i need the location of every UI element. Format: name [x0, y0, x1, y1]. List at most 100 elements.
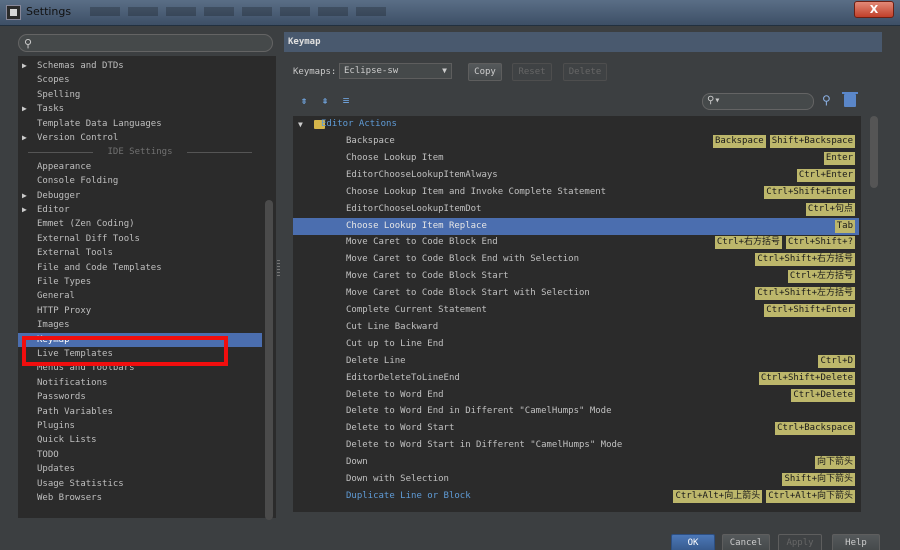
sidebar-item-http-proxy[interactable]: HTTP Proxy: [18, 304, 262, 318]
shortcut-list: Ctrl+句点: [805, 202, 855, 216]
sidebar-item-label: Emmet (Zen Coding): [37, 219, 135, 230]
sidebar-item-label: Web Browsers: [37, 493, 103, 503]
action-row[interactable]: Cut Line Backward: [293, 319, 859, 336]
sidebar-item-spelling[interactable]: Spelling: [18, 88, 262, 102]
action-row[interactable]: Move Caret to Code Block Start with Sele…: [293, 285, 859, 302]
sidebar-item-general[interactable]: General: [18, 289, 262, 303]
find-by-shortcut-icon[interactable]: ⚲: [822, 93, 831, 107]
sidebar-item-file-and-code-templates[interactable]: File and Code Templates: [18, 261, 262, 275]
sidebar-item-appearance[interactable]: Appearance: [18, 160, 262, 174]
sidebar-item-passwords[interactable]: Passwords: [18, 390, 262, 404]
reset-button[interactable]: Reset: [512, 63, 552, 81]
action-row[interactable]: Delete to Word End Ctrl+Delete: [293, 387, 859, 404]
action-row[interactable]: EditorChooseLookupItemAlways Ctrl+Enter: [293, 167, 859, 184]
clear-filter-icon[interactable]: [842, 92, 858, 107]
title-bar-reflection: [90, 7, 390, 16]
sidebar-item-tasks[interactable]: ▶ Tasks: [18, 102, 262, 116]
collapse-all-icon[interactable]: ⇞: [319, 95, 331, 107]
keymap-select[interactable]: Eclipse-sw ▼: [339, 63, 452, 79]
sidebar-item-label: Tasks: [37, 104, 65, 115]
action-row[interactable]: Delete Line Ctrl+D: [293, 353, 859, 370]
sidebar-item-console-folding[interactable]: Console Folding: [18, 174, 262, 188]
settings-search-input[interactable]: ⚲: [18, 34, 273, 52]
ok-button[interactable]: OK: [671, 534, 715, 550]
cancel-button[interactable]: Cancel: [722, 534, 770, 550]
action-row[interactable]: Delete to Word End in Different "CamelHu…: [293, 403, 859, 420]
action-row[interactable]: Delete to Word Start in Different "Camel…: [293, 437, 859, 454]
action-row[interactable]: Cut up to Line End: [293, 336, 859, 353]
sidebar-item-schemas-and-dtds[interactable]: ▶ Schemas and DTDs: [18, 59, 262, 73]
sidebar-item-label: TODO: [37, 449, 59, 460]
sidebar-item-images[interactable]: Images: [18, 318, 262, 332]
sidebar-item-label: Quick Lists: [37, 435, 97, 446]
help-button[interactable]: Help: [832, 534, 880, 550]
sidebar-item-label: Debugger: [37, 190, 81, 201]
action-row[interactable]: Duplicate Line or Block Ctrl+Alt+向上箭头 Ctrl…: [293, 488, 859, 505]
sidebar-item-label: Plugins: [37, 421, 75, 431]
sidebar-item-todo[interactable]: TODO: [18, 448, 262, 462]
action-row[interactable]: EditorChooseLookupItemDot Ctrl+句点: [293, 201, 859, 218]
action-row[interactable]: Backspace Backspace Shift+Backspace: [293, 133, 859, 150]
action-row[interactable]: Complete Current Statement Ctrl+Shift+Ent…: [293, 302, 859, 319]
action-label: Cut up to Line End: [346, 338, 444, 349]
action-row[interactable]: Choose Lookup Item and Invoke Complete S…: [293, 184, 859, 201]
expand-arrow-icon[interactable]: ▼: [298, 116, 303, 133]
action-label: Delete to Word Start in Different "Camel…: [346, 440, 623, 451]
keymap-search-input[interactable]: ⚲▾: [702, 93, 814, 110]
action-row[interactable]: Choose Lookup Item Enter: [293, 150, 859, 167]
expand-arrow-icon[interactable]: ▶: [22, 131, 27, 145]
action-row[interactable]: Down 向下箭头: [293, 454, 859, 471]
sidebar-scrollbar[interactable]: [265, 200, 273, 520]
app-icon: [6, 5, 21, 20]
sidebar-item-file-types[interactable]: File Types: [18, 275, 262, 289]
sidebar-item-editor[interactable]: ▶ Editor: [18, 203, 262, 217]
keymap-select-value: Eclipse-sw: [344, 66, 399, 76]
panel-splitter[interactable]: [277, 260, 280, 278]
sidebar-item-debugger[interactable]: ▶ Debugger: [18, 189, 262, 203]
edit-shortcut-icon[interactable]: ≡: [340, 95, 352, 107]
group-row[interactable]: ▼ Editor Actions: [293, 116, 859, 133]
action-row[interactable]: EditorDeleteToLineEnd Ctrl+Shift+Delete: [293, 370, 859, 387]
sidebar-item-version-control[interactable]: ▶ Version Control: [18, 131, 262, 145]
apply-button[interactable]: Apply: [778, 534, 822, 550]
settings-sidebar: ⚲ ▶ Schemas and DTDs Scopes Spelling ▶ Tasks T…: [18, 30, 276, 520]
action-row[interactable]: Down with Selection Shift+向下箭头: [293, 471, 859, 488]
shortcut-badge: Ctrl+D: [818, 354, 855, 368]
sidebar-item-updates[interactable]: Updates: [18, 462, 262, 476]
close-button[interactable]: X: [854, 1, 894, 18]
action-label: Delete to Word Start: [346, 423, 455, 434]
sidebar-item-plugins[interactable]: Plugins: [18, 419, 262, 433]
sidebar-item-quick-lists[interactable]: Quick Lists: [18, 433, 262, 447]
sidebar-item-emmet-zen-coding[interactable]: Emmet (Zen Coding): [18, 217, 262, 231]
sidebar-item-label: Usage Statistics: [37, 478, 124, 489]
shortcut-list: Ctrl+D: [818, 354, 855, 368]
shortcut-badge: Ctrl+Backspace: [775, 422, 855, 436]
action-label: Delete to Word End in Different "CamelHu…: [346, 406, 612, 417]
sidebar-item-notifications[interactable]: Notifications: [18, 376, 262, 390]
copy-button[interactable]: Copy: [468, 63, 502, 81]
sidebar-item-template-data-languages[interactable]: Template Data Languages: [18, 117, 262, 131]
sidebar-item-web-browsers[interactable]: Web Browsers: [18, 491, 262, 505]
sidebar-item-scopes[interactable]: Scopes: [18, 73, 262, 87]
sidebar-item-external-tools[interactable]: External Tools: [18, 246, 262, 260]
delete-button[interactable]: Delete: [563, 63, 607, 81]
sidebar-item-external-diff-tools[interactable]: External Diff Tools: [18, 232, 262, 246]
sidebar-item-path-variables[interactable]: Path Variables: [18, 405, 262, 419]
expand-arrow-icon[interactable]: ▶: [22, 102, 27, 116]
action-row[interactable]: Move Caret to Code Block End Ctrl+右方括号 Ctr…: [293, 234, 859, 251]
expand-arrow-icon[interactable]: ▶: [22, 59, 27, 73]
action-row[interactable]: Move Caret to Code Block Start Ctrl+左方括号: [293, 268, 859, 285]
action-row[interactable]: Choose Lookup Item Replace Tab: [293, 217, 859, 235]
action-row[interactable]: Delete to Word Start Ctrl+Backspace: [293, 420, 859, 437]
expand-all-icon[interactable]: ⇟: [298, 95, 310, 107]
action-label: Cut Line Backward: [346, 321, 439, 332]
expand-arrow-icon[interactable]: ▶: [22, 189, 27, 203]
sidebar-item-usage-statistics[interactable]: Usage Statistics: [18, 477, 262, 491]
action-row[interactable]: Move Caret to Code Block End with Select…: [293, 251, 859, 268]
list-scrollbar[interactable]: [870, 116, 878, 188]
shortcut-list: Ctrl+Shift+Delete: [758, 371, 855, 385]
expand-arrow-icon[interactable]: ▶: [22, 203, 27, 217]
sidebar-item-label: Version Control: [37, 133, 119, 143]
sidebar-item-label: File and Code Templates: [37, 262, 162, 273]
panel-title: Keymap: [284, 32, 882, 52]
